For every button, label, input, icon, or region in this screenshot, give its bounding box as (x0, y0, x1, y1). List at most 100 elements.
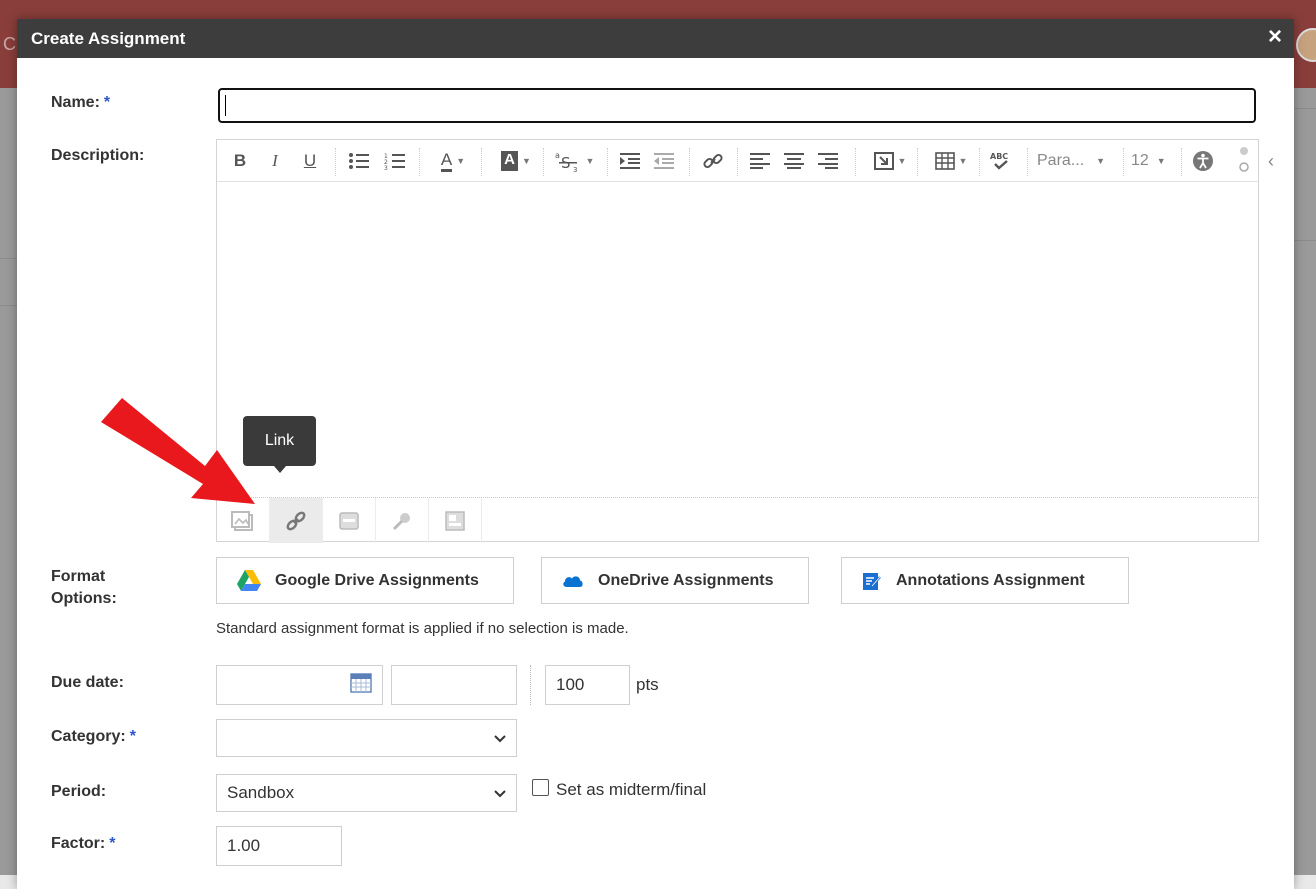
close-button[interactable]: × (1268, 24, 1282, 50)
toolbar-separator (689, 148, 690, 176)
table-icon (934, 152, 955, 170)
font-size-dropdown[interactable]: 12 ▼ (1131, 148, 1175, 174)
factor-input[interactable]: 1.00 (216, 826, 342, 866)
bullet-list-icon (349, 153, 369, 169)
collapse-toolbar-button[interactable]: ‹ (1264, 148, 1278, 174)
toolbar-separator (1027, 148, 1028, 176)
description-editor: B I U 123 A ▼ A ▼ aS3 ▼ ▼ ▼ ABC Para... … (216, 139, 1274, 543)
required-marker: * (109, 835, 116, 852)
chevron-down-icon: ▼ (1096, 156, 1106, 166)
toolbar-separator (543, 148, 544, 176)
points-input[interactable]: 100 (545, 665, 630, 705)
period-select[interactable]: Sandbox (216, 774, 517, 812)
insert-media-button[interactable]: ▼ (867, 148, 913, 174)
toolbar-separator (481, 148, 482, 176)
onedrive-label: OneDrive Assignments (598, 571, 774, 589)
table-button[interactable]: ▼ (929, 148, 973, 174)
link-icon (703, 153, 723, 169)
red-arrow-annotation (95, 394, 265, 519)
google-drive-icon (237, 570, 261, 591)
insert-link-button[interactable] (701, 148, 725, 174)
more-vertical-icon (1239, 147, 1249, 172)
strikethrough-icon: aS3 (555, 151, 577, 172)
align-left-button[interactable] (749, 148, 771, 174)
underline-button[interactable]: U (301, 148, 319, 174)
italic-button[interactable]: I (267, 148, 283, 174)
chevron-down-icon (494, 783, 506, 803)
align-left-icon (750, 153, 770, 169)
insert-icon (873, 152, 894, 170)
svg-text:ABC: ABC (990, 152, 1008, 161)
due-date-input[interactable] (216, 665, 383, 705)
background-text-fragment: C (3, 34, 16, 54)
onedrive-icon (562, 574, 584, 588)
chevron-down-icon: ▼ (585, 156, 595, 166)
font-color-button[interactable]: A ▼ (431, 148, 475, 174)
microphone-icon (392, 512, 410, 530)
embed-icon (339, 511, 359, 530)
strikethrough-script-button[interactable]: aS3 ▼ (551, 148, 597, 174)
due-time-input[interactable] (391, 665, 517, 705)
toolbar-separator (419, 148, 420, 176)
background-color-button[interactable]: A ▼ (493, 148, 539, 174)
google-drive-assignments-button[interactable]: Google Drive Assignments (216, 557, 514, 604)
spellcheck-button[interactable]: ABC (989, 148, 1013, 174)
font-color-icon: A (440, 150, 453, 172)
midterm-final-checkbox[interactable] (532, 779, 549, 796)
format-hint-text: Standard assignment format is applied if… (216, 620, 629, 637)
chevron-down-icon: ▼ (1156, 156, 1166, 166)
link-resource-button[interactable] (270, 498, 323, 543)
more-options-button[interactable] (1237, 147, 1251, 174)
category-select[interactable] (216, 719, 517, 757)
align-center-icon (784, 153, 804, 169)
background-color-icon: A (501, 151, 518, 171)
dialog-header: Create Assignment × (17, 19, 1294, 58)
editor-content-area[interactable] (217, 182, 1258, 497)
background-divider (1292, 108, 1316, 109)
record-audio-button[interactable] (376, 498, 429, 543)
paragraph-format-value: Para... (1037, 152, 1085, 169)
toolbar-separator (855, 148, 856, 176)
spellcheck-icon: ABC (990, 152, 1008, 170)
svg-text:3: 3 (573, 166, 577, 172)
toolbar-separator (917, 148, 918, 176)
onedrive-assignments-button[interactable]: OneDrive Assignments (541, 557, 809, 604)
annotation-icon (862, 571, 882, 591)
indent-button[interactable] (619, 148, 641, 174)
align-right-icon (818, 153, 838, 169)
embed-button[interactable] (323, 498, 376, 543)
chevron-down-icon: ▼ (521, 156, 531, 166)
calendar-icon[interactable] (350, 672, 372, 698)
name-label: Name: * (51, 94, 111, 111)
svg-text:3: 3 (384, 165, 388, 170)
background-divider (0, 258, 18, 259)
background-divider (1292, 240, 1316, 241)
font-size-value: 12 (1131, 152, 1149, 169)
bullet-list-button[interactable] (347, 148, 371, 174)
chevron-left-icon: ‹ (1268, 150, 1274, 171)
insert-content-button[interactable] (429, 498, 482, 543)
editor-footer-toolbar (217, 497, 1258, 543)
numbered-list-button[interactable]: 123 (383, 148, 407, 174)
align-center-button[interactable] (783, 148, 805, 174)
chevron-down-icon: ▼ (897, 156, 907, 166)
name-input[interactable] (218, 88, 1256, 123)
category-label: Category: * (51, 728, 136, 745)
indent-icon (620, 153, 640, 169)
toolbar-separator (1181, 148, 1182, 176)
bold-button[interactable]: B (231, 148, 249, 174)
paragraph-format-dropdown[interactable]: Para... ▼ (1037, 148, 1117, 174)
accessibility-icon (1193, 151, 1213, 171)
svg-text:a: a (555, 151, 560, 160)
annotations-assignment-button[interactable]: Annotations Assignment (841, 557, 1129, 604)
toolbar-separator (737, 148, 738, 176)
field-divider (530, 665, 531, 705)
outdent-button[interactable] (653, 148, 675, 174)
dialog-title: Create Assignment (31, 29, 186, 48)
editor-toolbar: B I U 123 A ▼ A ▼ aS3 ▼ ▼ ▼ ABC Para... … (217, 140, 1274, 182)
toolbar-separator (607, 148, 608, 176)
align-right-button[interactable] (817, 148, 839, 174)
text-cursor (225, 95, 226, 116)
accessibility-button[interactable] (1191, 148, 1215, 174)
background-divider (0, 305, 18, 306)
